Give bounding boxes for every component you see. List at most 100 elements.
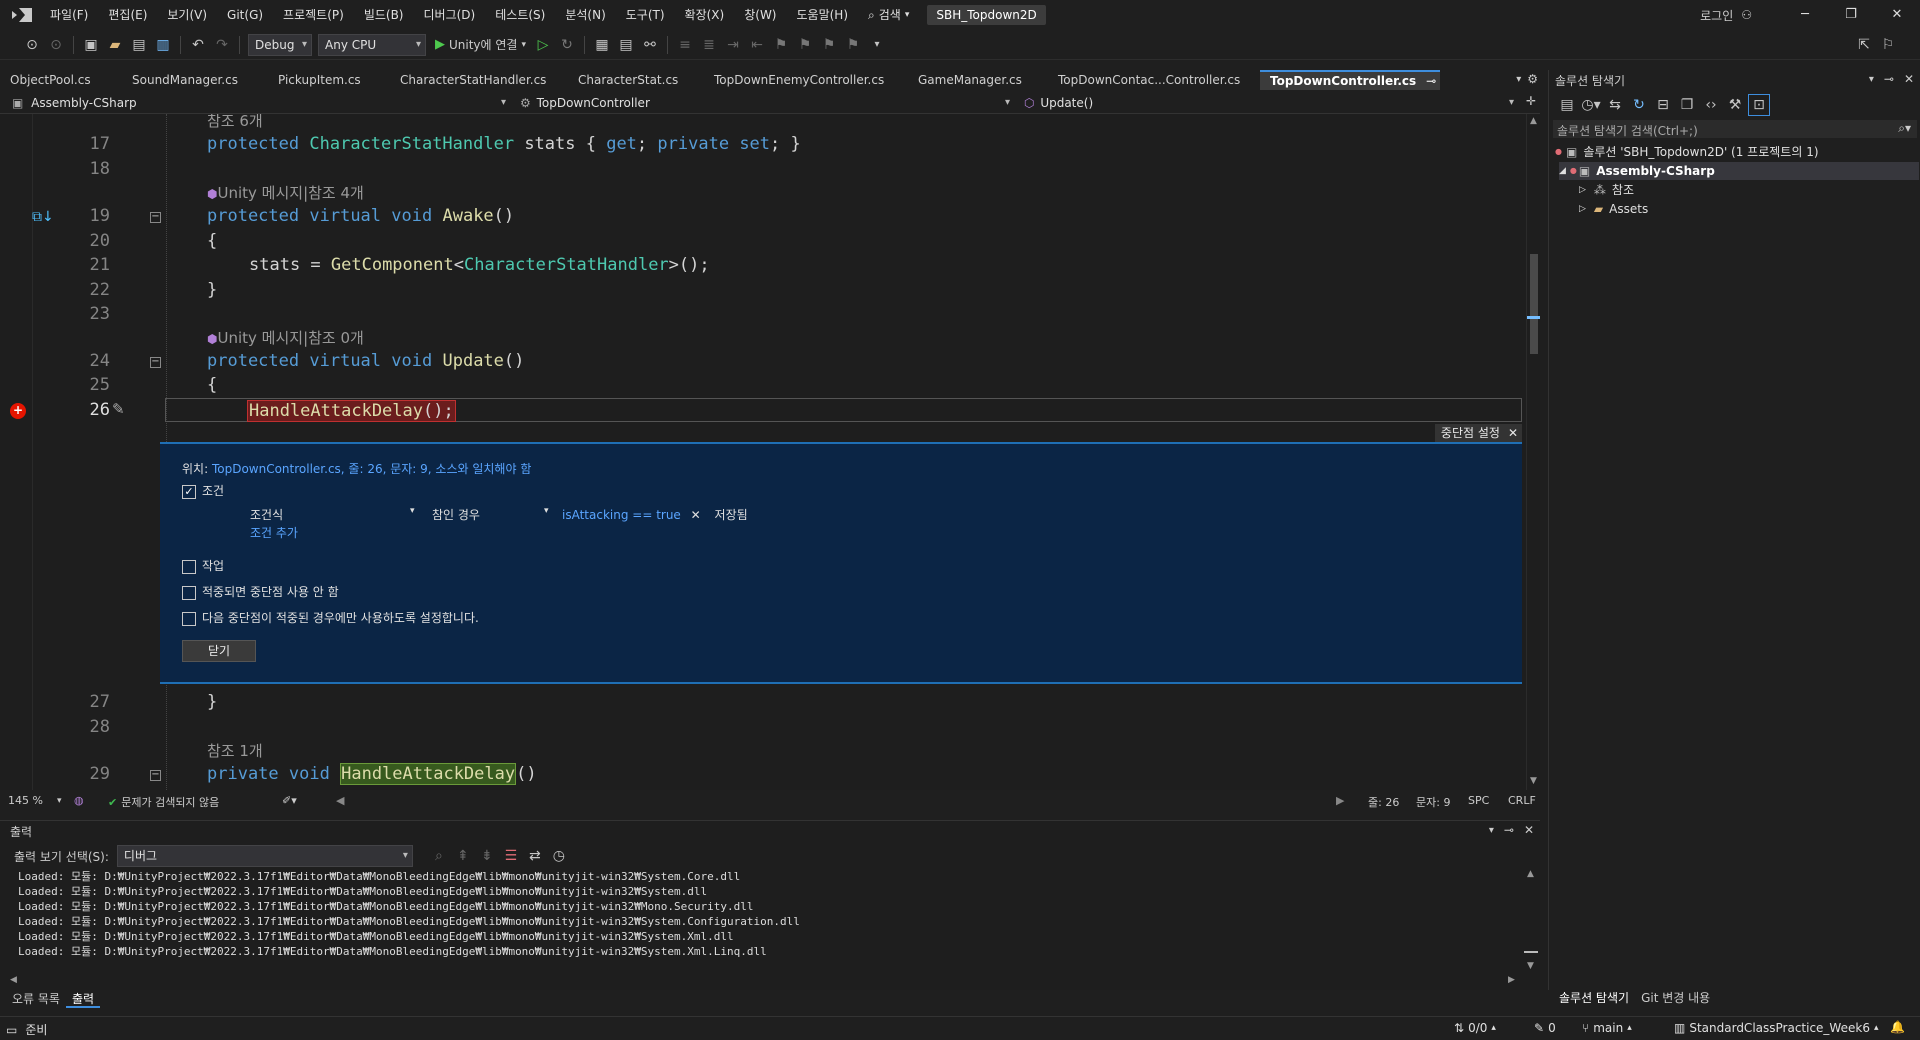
class-nav-select[interactable]: ⚙ TopDownController ▾ (514, 94, 1014, 112)
expand-icon[interactable]: ▷ (1579, 181, 1586, 199)
bookmark-clear-icon[interactable]: ⚑ (842, 34, 864, 56)
menu-help[interactable]: 도움말(H) (787, 0, 859, 30)
refresh-icon[interactable]: ↻ (1628, 94, 1650, 116)
quick-actions-icon[interactable]: ✎ (112, 400, 125, 418)
tree-item-solution[interactable]: ● ▣ 솔루션 'SBH_Topdown2D' (1 프로젝트의 1) (1555, 143, 1819, 161)
code-view-icon[interactable]: ‹› (1700, 94, 1722, 116)
tree-item-assets[interactable]: ▷ ▰ Assets (1579, 200, 1648, 218)
show-all-files-icon[interactable]: ❐ (1676, 94, 1698, 116)
redo-icon[interactable]: ↷ (211, 34, 233, 56)
account-icon[interactable]: ⚇ (1741, 8, 1752, 22)
code-line-17[interactable]: protected CharacterStatHandler stats { g… (207, 134, 801, 154)
menu-build[interactable]: 빌드(B) (354, 0, 414, 30)
search-icon[interactable]: ⌕▾ (1898, 121, 1911, 136)
collapse-icon[interactable]: − (150, 357, 161, 368)
menu-tools[interactable]: 도구(T) (616, 0, 675, 30)
restore-button[interactable]: ❐ (1828, 0, 1874, 30)
collapse-icon[interactable]: − (150, 770, 161, 781)
split-editor-icon[interactable]: ✛ (1526, 94, 1536, 108)
collapse-icon[interactable]: − (150, 212, 161, 223)
menu-analyze[interactable]: 분석(N) (555, 0, 615, 30)
scroll-right-icon[interactable]: ▶ (1336, 794, 1344, 807)
solution-search-input[interactable]: 솔루션 탐색기 검색(Ctrl+;) ⌕▾ (1553, 120, 1917, 138)
forward-navigation-icon[interactable]: ⊙ (45, 34, 67, 56)
notifications-icon[interactable]: 🔔 (1890, 1020, 1905, 1034)
back-navigation-icon[interactable]: ⊙ (21, 34, 43, 56)
browser-link-icon[interactable]: ▦ (591, 34, 613, 56)
code-line-29[interactable]: private void HandleAttackDelay() (207, 763, 537, 785)
outdent-icon[interactable]: ⇤ (746, 34, 768, 56)
dependent-breakpoint-checkbox[interactable] (182, 611, 196, 626)
code-line-26[interactable]: HandleAttackDelay(); (247, 400, 456, 422)
tree-item-references[interactable]: ▷ ⁂ 참조 (1579, 181, 1634, 199)
pin-icon[interactable]: ⊸ (1504, 823, 1514, 837)
start-without-debugging-icon[interactable]: ▷ (532, 34, 554, 56)
close-icon[interactable]: ✕ (1524, 823, 1534, 837)
whitespace-indicator[interactable]: SPC (1468, 794, 1489, 807)
menu-project[interactable]: 프로젝트(P) (273, 0, 354, 30)
bookmark-icon[interactable]: ⚑ (770, 34, 792, 56)
remove-condition-icon[interactable]: ✕ (691, 508, 701, 522)
dependent-breakpoint-option[interactable]: 다음 중단점이 적중된 경우에만 사용하도록 설정합니다. (182, 609, 479, 626)
scroll-down-icon[interactable]: ▼ (1530, 776, 1537, 786)
tab-topdowncontactcontroller[interactable]: TopDownContac...Controller.cs (1048, 70, 1260, 90)
close-button[interactable]: 닫기 (182, 640, 256, 662)
expand-icon[interactable]: ▷ (1579, 200, 1586, 218)
code-line-27[interactable]: } (207, 692, 217, 712)
tab-solution-explorer[interactable]: 솔루션 탐색기 (1553, 989, 1635, 1007)
codelens-references[interactable]: 참조 6개 (207, 114, 263, 131)
code-line-19[interactable]: protected virtual void Awake() (207, 206, 514, 226)
tree-item-project[interactable]: ◢ ● ▣ Assembly-CSharp (1559, 162, 1919, 180)
collapse-all-icon[interactable]: ⊟ (1652, 94, 1674, 116)
hot-reload-icon[interactable]: ↻ (556, 34, 578, 56)
menu-window[interactable]: 창(W) (734, 0, 786, 30)
code-cleanup-icon[interactable]: ✐▾ (282, 794, 297, 807)
feedback-icon[interactable]: ⚐ (1877, 34, 1899, 56)
login-link[interactable]: 로그인 (1700, 7, 1733, 24)
scroll-up-icon[interactable]: ▲ (1527, 869, 1534, 879)
condition-expression[interactable]: isAttacking == true (562, 508, 681, 522)
uncomment-icon[interactable]: ≣ (698, 34, 720, 56)
indent-icon[interactable]: ⇥ (722, 34, 744, 56)
zoom-select[interactable]: 145 % ▾ (8, 794, 61, 807)
scroll-down-icon[interactable]: ▼ (1527, 961, 1534, 971)
code-line-24[interactable]: protected virtual void Update() (207, 351, 524, 371)
conditions-option[interactable]: ✓ 조건 (182, 482, 224, 499)
disable-once-hit-checkbox[interactable] (182, 585, 196, 600)
line-ending-indicator[interactable]: CRLF (1508, 794, 1536, 807)
expand-icon[interactable]: ◢ (1559, 162, 1566, 180)
condition-expression-input[interactable]: isAttacking == true ✕ 저장됨 (562, 506, 748, 523)
code-line-25[interactable]: { (207, 375, 217, 395)
menu-git[interactable]: Git(G) (217, 0, 273, 30)
codelens-awake[interactable]: ⬢Unity 메시지|참조 4개 (207, 182, 364, 203)
tab-characterstathandler[interactable]: CharacterStatHandler.cs (390, 70, 568, 90)
format-icon[interactable]: ⚯ (639, 34, 661, 56)
tab-characterstat[interactable]: CharacterStat.cs (568, 70, 704, 90)
conditions-checkbox[interactable]: ✓ (182, 484, 196, 499)
member-nav-select[interactable]: ⬡ Update() ▾ (1018, 94, 1518, 112)
tab-topdowncontroller[interactable]: TopDownController.cs ⊸ ✕ (1260, 70, 1440, 90)
issues-indicator[interactable]: ✔ 문제가 검색되지 않음 (108, 794, 219, 810)
preview-icon[interactable]: ⊡ (1748, 94, 1770, 116)
pending-edits[interactable]: ✎ 0 (1534, 1021, 1556, 1035)
tab-output[interactable]: 출력 (65, 990, 101, 1008)
tab-soundmanager[interactable]: SoundManager.cs (122, 70, 268, 90)
output-source-select[interactable]: 디버그 (116, 845, 413, 867)
close-icon[interactable]: ✕ (1508, 424, 1518, 442)
switch-views-icon[interactable]: ▤ (1556, 94, 1578, 116)
bookmark-prev-icon[interactable]: ⚑ (794, 34, 816, 56)
history-icon[interactable]: ◷▾ (1580, 94, 1602, 116)
add-condition-link[interactable]: 조건 추가 (250, 524, 298, 541)
scroll-thumb[interactable] (1524, 951, 1538, 953)
close-window-button[interactable]: ✕ (1874, 0, 1920, 30)
tab-objectpool[interactable]: ObjectPool.cs (0, 70, 122, 90)
menu-extensions[interactable]: 확장(X) (675, 0, 735, 30)
menu-test[interactable]: 테스트(S) (485, 0, 555, 30)
timestamp-icon[interactable]: ◷ (548, 845, 570, 867)
project-nav-select[interactable]: ▣ Assembly-CSharp ▾ (6, 94, 510, 112)
output-vertical-scrollbar[interactable]: ▲ ▼ (1524, 869, 1538, 973)
platform-select[interactable]: Any CPU (318, 33, 426, 56)
condition-when-select[interactable]: 참인 경우 ▾ (432, 506, 549, 523)
settings-icon[interactable]: ⚙ (1527, 72, 1538, 86)
tab-pickupitem[interactable]: PickupItem.cs (268, 70, 390, 90)
